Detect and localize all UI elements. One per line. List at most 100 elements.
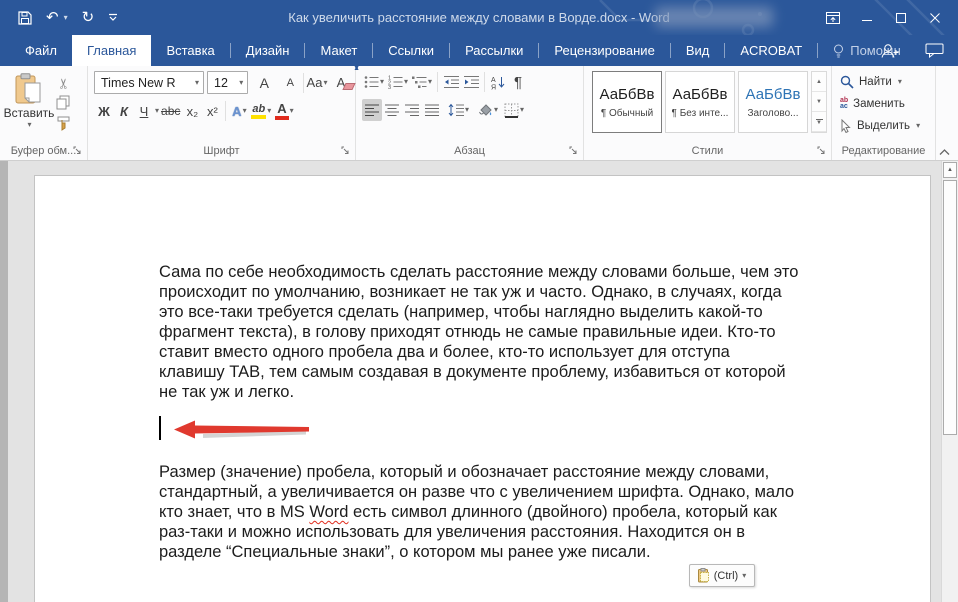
bullets-button[interactable]: ▾ (362, 71, 386, 93)
maximize-button[interactable] (884, 0, 918, 35)
increase-indent-icon (463, 76, 479, 88)
increase-indent-button[interactable] (461, 71, 481, 93)
tab-insert[interactable]: Вставка (151, 35, 229, 66)
redo-button[interactable]: ↻ (82, 10, 95, 25)
styles-more-button[interactable]: ▼ (812, 112, 826, 132)
change-case-button[interactable]: Aa ▾ (307, 72, 328, 94)
svg-text:А: А (491, 77, 496, 84)
paragraph1-line: происходит по умолчанию, возникает не та… (159, 283, 782, 301)
text-highlight-button[interactable]: ab ▾ (249, 100, 273, 122)
dialog-launcher-icon[interactable] (341, 146, 351, 156)
paste-options-button[interactable]: (Ctrl) ▾ (689, 564, 755, 587)
line-spacing-button[interactable]: ▾ (446, 99, 471, 121)
shrink-font-button[interactable]: А ▼ (280, 65, 360, 94)
font-color-button[interactable]: А ▾ (273, 100, 295, 122)
show-paragraph-marks-button[interactable]: ¶ (508, 71, 528, 93)
collapse-ribbon-button[interactable] (939, 149, 950, 156)
group-label-paragraph: Абзац (454, 145, 485, 157)
tab-layout[interactable]: Макет (305, 35, 372, 66)
save-icon (18, 10, 32, 25)
text-effects-button[interactable]: А ▾ (229, 100, 249, 122)
share-sign-in-button[interactable] (880, 43, 899, 59)
styles-scroll-down-button[interactable]: ▼ (812, 92, 826, 112)
tab-view[interactable]: Вид (671, 35, 725, 66)
bold-button[interactable]: Ж (94, 100, 114, 122)
tab-review[interactable]: Рецензирование (539, 35, 669, 66)
numbering-button[interactable]: 123 ▾ (386, 71, 410, 93)
strikethrough-button[interactable]: abc (159, 100, 182, 122)
shading-button[interactable]: ▾ (475, 99, 500, 121)
undo-button[interactable]: ↶ (46, 10, 59, 25)
grow-font-button[interactable]: А ▲ (254, 65, 360, 94)
sort-button[interactable]: А Я (488, 71, 508, 93)
divider (437, 72, 439, 92)
multilevel-list-button[interactable]: ▾ (410, 71, 434, 93)
tab-file[interactable]: Файл (10, 35, 72, 66)
style-no-spacing[interactable]: АаБбВв ¶ Без инте... (665, 71, 735, 133)
copy-button[interactable] (56, 95, 71, 110)
ribbon-display-options-button[interactable] (816, 0, 850, 35)
replace-button[interactable]: ab ac Заменить (840, 93, 931, 115)
undo-dropdown-caret-icon[interactable]: ▾ (64, 13, 68, 22)
paste-button[interactable]: Вставить ▾ (4, 71, 54, 140)
document-canvas[interactable]: Сама по себе необходимость сделать расст… (34, 175, 931, 602)
subscript-button[interactable]: x₂ (182, 100, 202, 122)
select-button[interactable]: Выделить ▾ (840, 115, 931, 137)
paragraph2-line: кто знает, что в MS Word есть символ дли… (159, 503, 777, 521)
scrollbar-thumb[interactable] (943, 180, 957, 435)
group-label-editing: Редактирование (841, 145, 926, 157)
italic-button[interactable]: К (114, 100, 134, 122)
vertical-scrollbar[interactable]: ▲ (941, 161, 958, 602)
format-painter-button[interactable] (56, 116, 71, 131)
align-right-button[interactable] (402, 99, 422, 121)
superscript-button[interactable]: x² (202, 100, 222, 122)
paragraph2-line: раз-таки и можно использовать для увелич… (159, 523, 746, 541)
align-center-button[interactable] (382, 99, 402, 121)
style-heading1[interactable]: АаБбВв Заголово... (738, 71, 808, 133)
underline-button[interactable]: Ч (134, 100, 154, 122)
comment-icon (925, 43, 944, 58)
paragraph2-line: Размер (значение) пробела, который и обо… (159, 463, 770, 481)
tab-home[interactable]: Главная (71, 35, 152, 66)
paragraph2-line: стандартный, а увеличивается он разве чт… (159, 483, 795, 501)
save-button[interactable] (18, 10, 32, 25)
clipboard-icon (15, 73, 41, 104)
scroll-up-button[interactable]: ▲ (943, 162, 957, 178)
tab-acrobat[interactable]: ACROBAT (725, 35, 817, 66)
collapse-ribbon-area (936, 66, 956, 160)
borders-button[interactable]: ▾ (502, 99, 526, 121)
customize-qat-button[interactable] (108, 13, 118, 22)
window-edge-shade (0, 161, 8, 602)
tab-mailings[interactable]: Рассылки (450, 35, 538, 66)
align-right-icon (405, 104, 419, 116)
tab-design[interactable]: Дизайн (231, 35, 305, 66)
find-button[interactable]: Найти ▾ (840, 71, 931, 93)
close-button[interactable] (918, 0, 952, 35)
title-bar: ↶ ▾ ↻ Как увеличить расстояние между сло… (0, 0, 958, 35)
styles-scroll-up-button[interactable]: ▲ (812, 72, 826, 92)
decrease-indent-button[interactable] (441, 71, 461, 93)
font-name-caret-icon: ▾ (195, 77, 200, 87)
person-add-icon (881, 43, 899, 58)
font-name-combobox[interactable]: Times New R ▾ (94, 71, 205, 94)
style-normal[interactable]: АаБбВв ¶ Обычный (592, 71, 662, 133)
dialog-launcher-icon[interactable] (569, 146, 579, 156)
justify-button[interactable] (422, 99, 442, 121)
font-size-caret-icon: ▾ (239, 77, 244, 87)
paste-dropdown-caret-icon: ▾ (27, 120, 32, 129)
select-cursor-icon (841, 119, 851, 133)
paragraph1-line: клавишу TAB, тем самым создавая в докуме… (159, 363, 786, 381)
font-size-combobox[interactable]: 12 ▾ (207, 71, 249, 94)
divider (225, 101, 227, 121)
font-name-value: Times New R (101, 75, 176, 90)
tab-references[interactable]: Ссылки (373, 35, 449, 66)
align-left-button[interactable] (362, 99, 382, 121)
ribbon-tab-row: Файл Главная Вставка Дизайн Макет Ссылки… (0, 35, 958, 66)
dialog-launcher-icon[interactable] (73, 146, 83, 156)
minimize-button[interactable] (850, 0, 884, 35)
comments-button[interactable] (925, 43, 944, 58)
window-title: Как увеличить расстояние между словами в… (288, 10, 670, 25)
cut-button[interactable]: ✂ (56, 75, 72, 90)
dialog-launcher-icon[interactable] (817, 146, 827, 156)
clear-formatting-button[interactable]: А (331, 72, 356, 94)
